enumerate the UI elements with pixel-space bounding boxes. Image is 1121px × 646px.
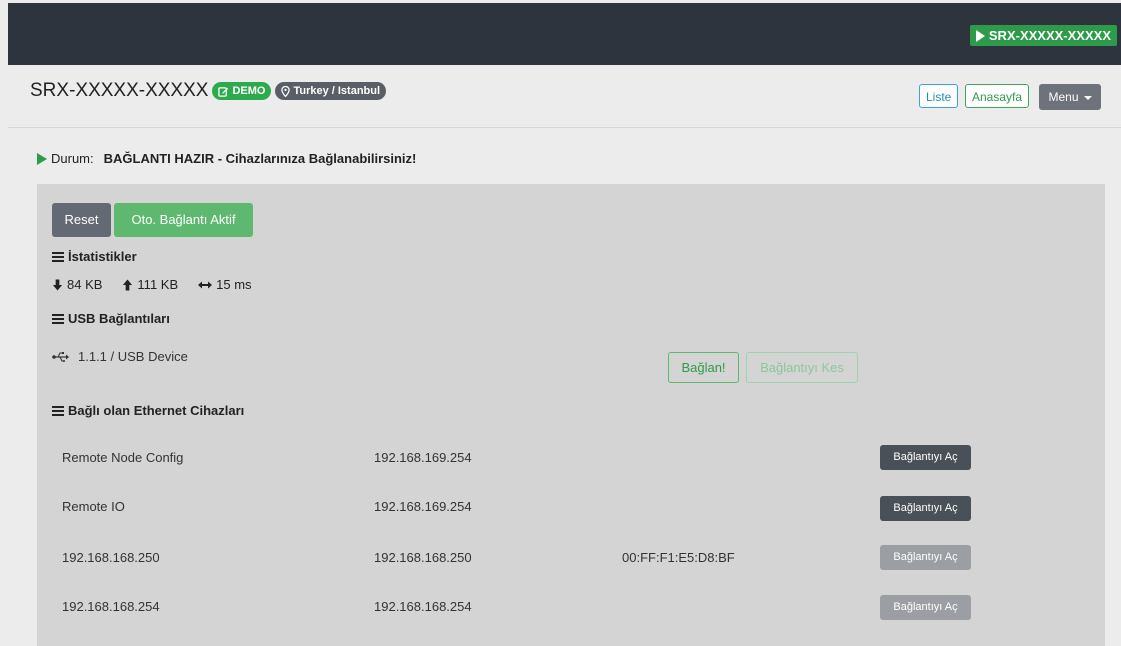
ethernet-heading-text: Bağlı olan Ethernet Cihazları	[68, 403, 245, 418]
usb-heading: USB Bağlantıları	[52, 311, 170, 326]
anasayfa-button[interactable]: Anasayfa	[965, 84, 1030, 108]
arrow-up-icon	[123, 279, 133, 290]
demo-badge-label: DEMO	[232, 85, 266, 97]
liste-button[interactable]: Liste	[919, 84, 959, 108]
upload-value: 111 KB	[137, 277, 179, 292]
device-id-text: SRX-XXXXX-XXXXX	[988, 28, 1111, 43]
location-badge-label: Turkey / Istanbul	[293, 85, 381, 97]
eth-device-ip: 192.168.169.254	[374, 499, 472, 514]
eth-open-connection-button[interactable]: Bağlantıyı Aç	[880, 496, 971, 521]
latency-value: 15 ms	[216, 277, 252, 292]
device-id-badge[interactable]: SRX-XXXXX-XXXXX	[969, 25, 1117, 46]
play-icon	[975, 29, 985, 42]
eth-device-ip: 192.168.169.254	[374, 450, 472, 465]
usb-connect-button[interactable]: Bağlan!	[668, 352, 739, 383]
eth-device-mac: 00:FF:F1:E5:D8:BF	[622, 550, 735, 565]
stats-values: 84 KB 111 KB 15 ms	[52, 277, 252, 292]
eth-open-connection-button[interactable]: Bağlantıyı Aç	[880, 545, 971, 570]
status-line: Durum: BAĞLANTI HAZIR - Cihazlarınıza Ba…	[37, 151, 416, 166]
usb-icon	[52, 351, 69, 362]
eth-device-ip: 192.168.168.250	[374, 550, 472, 565]
caret-down-icon	[1083, 95, 1092, 100]
demo-badge: DEMO	[212, 82, 272, 100]
ethernet-heading: Bağlı olan Ethernet Cihazları	[52, 403, 244, 418]
auto-connect-button[interactable]: Oto. Bağlantı Aktif	[114, 203, 253, 237]
eth-device-ip: 192.168.168.254	[374, 599, 472, 614]
eth-open-connection-button[interactable]: Bağlantıyı Aç	[880, 595, 971, 620]
eth-device-name: 192.168.168.254	[62, 599, 160, 614]
bars-icon	[52, 251, 64, 262]
map-marker-icon	[281, 85, 291, 97]
status-label: Durum:	[51, 151, 94, 166]
edit-icon	[218, 86, 229, 97]
top-navbar: SRX-XXXXX-XXXXX	[8, 3, 1121, 65]
download-value: 84 KB	[67, 277, 103, 292]
page-title: SRX-XXXXX-XXXXX DEMO Turkey / Istanbul	[30, 80, 387, 102]
device-title-text: SRX-XXXXX-XXXXX	[30, 80, 209, 101]
reset-button[interactable]: Reset	[52, 203, 111, 237]
usb-device-row: 1.1.1 / USB Device	[52, 349, 188, 364]
eth-open-connection-button[interactable]: Bağlantıyı Aç	[880, 445, 971, 470]
menu-dropdown-button[interactable]: Menu	[1039, 84, 1101, 110]
eth-device-name: 192.168.168.250	[62, 550, 160, 565]
eth-device-name: Remote IO	[62, 499, 125, 514]
stats-heading-text: İstatistikler	[68, 249, 137, 264]
arrow-down-icon	[52, 279, 63, 290]
bars-icon	[52, 313, 64, 324]
stats-heading: İstatistikler	[52, 249, 137, 264]
play-icon	[37, 152, 47, 165]
arrows-horizontal-icon	[198, 281, 213, 288]
eth-device-name: Remote Node Config	[62, 450, 184, 465]
usb-device-label: 1.1.1 / USB Device	[78, 349, 188, 364]
bars-icon	[52, 405, 64, 416]
status-value: BAĞLANTI HAZIR - Cihazlarınıza Bağlanabi…	[103, 151, 417, 166]
usb-disconnect-button[interactable]: Bağlantıyı Kes	[746, 352, 858, 383]
usb-heading-text: USB Bağlantıları	[68, 311, 170, 326]
menu-label: Menu	[1048, 90, 1079, 104]
location-badge: Turkey / Istanbul	[275, 82, 387, 100]
